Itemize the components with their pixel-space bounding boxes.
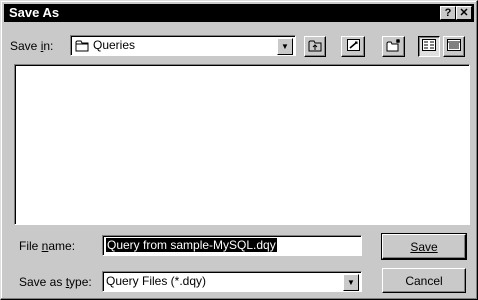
chevron-down-icon[interactable]: ▼ (277, 38, 293, 55)
file-name-input[interactable]: Query from sample-MySQL.dqy (102, 235, 362, 256)
save-button-label: Save (410, 239, 438, 254)
title-bar[interactable]: Save As ? ✕ (4, 4, 474, 22)
create-new-folder-button[interactable] (382, 36, 405, 57)
save-as-type-label: Save as type: (19, 275, 92, 289)
desktop-icon (346, 38, 361, 55)
cancel-button[interactable]: Cancel (382, 268, 466, 293)
up-one-level-icon (308, 39, 322, 55)
desktop-button[interactable] (341, 36, 365, 57)
up-one-level-button[interactable] (304, 36, 326, 57)
folder-icon (75, 39, 90, 55)
details-view-icon (447, 39, 461, 54)
chevron-down-icon[interactable]: ▼ (343, 274, 359, 291)
save-button[interactable]: Save (381, 233, 467, 260)
save-as-dialog: Save As ? ✕ Save in: Queries ▼ File name… (0, 0, 478, 300)
details-view-button[interactable] (443, 36, 465, 57)
close-button[interactable]: ✕ (456, 6, 472, 20)
list-view-icon (422, 39, 436, 54)
file-list[interactable] (14, 64, 470, 225)
window-title: Save As (9, 5, 60, 20)
save-as-type-value: Query Files (*.dqy) (106, 274, 207, 288)
save-as-type-dropdown[interactable]: Query Files (*.dqy) ▼ (102, 271, 362, 292)
cancel-button-label: Cancel (405, 273, 443, 288)
save-in-value: Queries (93, 38, 136, 52)
create-new-folder-icon (386, 38, 402, 55)
save-in-label: Save in: (10, 39, 54, 53)
file-name-value: Query from sample-MySQL.dqy (106, 238, 277, 252)
list-view-button[interactable] (418, 36, 440, 57)
save-in-dropdown[interactable]: Queries ▼ (70, 35, 296, 56)
file-name-label: File name: (19, 239, 76, 253)
help-button[interactable]: ? (440, 6, 456, 20)
